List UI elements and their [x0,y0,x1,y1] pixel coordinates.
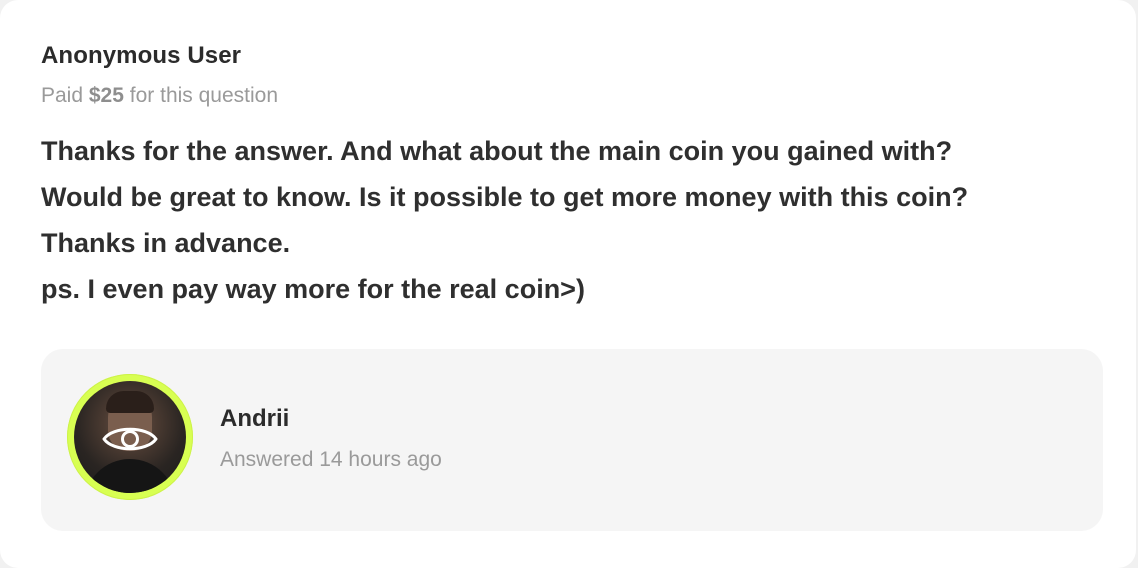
answer-preview[interactable]: Andrii Answered 14 hours ago [41,349,1103,531]
paid-line: Paid $25 for this question [41,84,278,108]
question-line: Would be great to know. Is it possible t… [41,182,969,212]
paid-suffix: for this question [129,84,279,107]
asker-name: Anonymous User [41,42,242,69]
question-text: Thanks for the answer. And what about th… [41,128,1101,312]
question-card: Anonymous User Paid $25 for this questio… [0,0,1136,568]
paid-amount: $25 [88,84,124,107]
answerer-name: Andrii [220,405,290,432]
question-line: Thanks in advance. [41,228,291,258]
avatar[interactable] [67,374,193,500]
eye-icon [102,427,158,451]
paid-prefix: Paid [41,84,84,107]
answered-time: Answered 14 hours ago [220,448,442,471]
question-line: ps. I even pay way more for the real coi… [41,274,585,304]
avatar-photo [74,381,186,493]
avatar-hair [106,391,154,413]
question-line: Thanks for the answer. And what about th… [41,136,953,166]
avatar-shoulders [84,459,176,493]
